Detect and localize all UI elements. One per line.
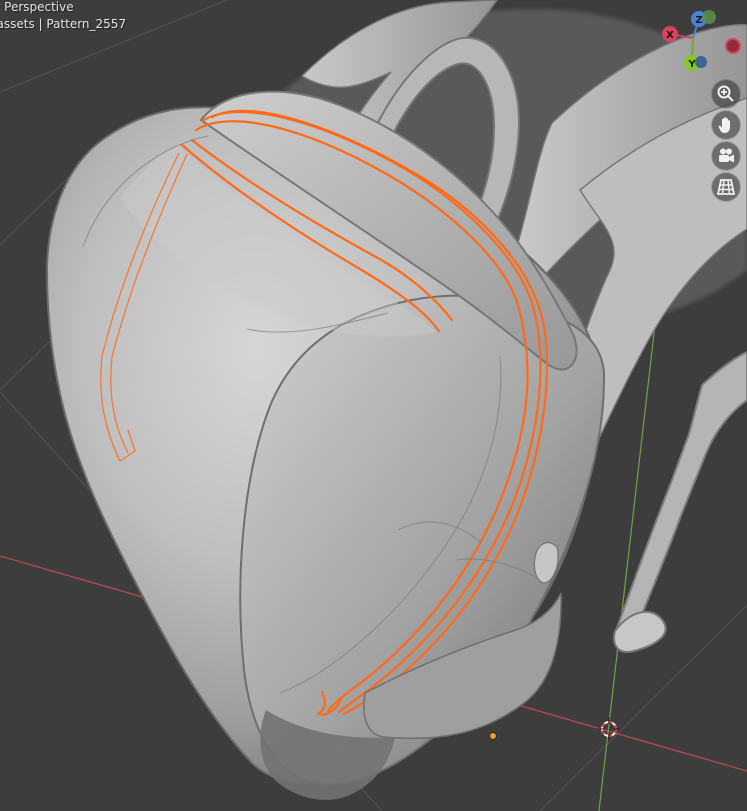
viewport-navigation-tools — [712, 80, 742, 204]
gizmo-x-label: X — [666, 30, 674, 41]
gizmo-negative-z-ball — [695, 56, 707, 68]
navigation-gizmo[interactable]: X Z Y — [652, 7, 744, 79]
blender-3d-viewport[interactable]: er Perspective ) assets | Pattern_2557 X… — [0, 0, 747, 811]
object-origin-dot[interactable] — [489, 732, 497, 740]
gizmo-y-label: Y — [687, 59, 696, 70]
gizmo-negative-x-ball[interactable] — [725, 38, 741, 54]
gizmo-back-ball — [702, 10, 716, 24]
pan-button[interactable] — [712, 111, 740, 139]
zoom-button[interactable] — [712, 80, 740, 108]
gizmo-z-label: Z — [695, 15, 702, 26]
3d-cursor[interactable] — [597, 717, 621, 741]
viewport-perspective-label: er Perspective — [0, 0, 74, 14]
camera-icon — [719, 148, 734, 163]
active-collection-object-label: ) assets | Pattern_2557 — [0, 17, 127, 31]
grid-icon — [716, 179, 736, 195]
zoom-in-icon — [717, 85, 734, 102]
hand-icon — [718, 117, 730, 133]
3d-scene[interactable] — [0, 0, 747, 811]
camera-button[interactable] — [712, 142, 740, 170]
orthographic-grid-button[interactable] — [712, 173, 740, 201]
